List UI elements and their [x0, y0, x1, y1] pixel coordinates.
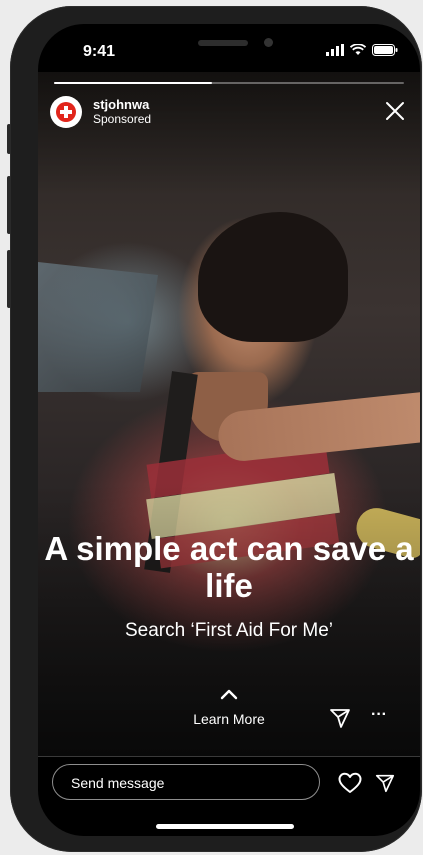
close-icon[interactable] — [384, 100, 406, 122]
story-progress-bar — [54, 82, 404, 84]
account-username[interactable]: stjohnwa — [93, 97, 151, 112]
story-headline: A simple act can save a life — [44, 530, 414, 604]
more-icon[interactable]: ··· — [371, 707, 393, 723]
brand-logo — [56, 102, 76, 122]
chevron-up-icon — [220, 689, 238, 700]
status-icons — [326, 44, 398, 56]
wifi-icon — [350, 44, 366, 55]
phone-frame: 9:41 stjohnwa Sponsored A simple act can… — [7, 6, 422, 852]
send-message-input[interactable]: Send message — [52, 764, 320, 800]
status-bar: 9:41 — [38, 24, 420, 74]
story-subline: Search ‘First Aid For Me’ — [125, 620, 333, 641]
learn-more-button[interactable]: Learn More — [179, 688, 279, 727]
story-progress-fill — [54, 82, 212, 84]
heart-icon[interactable] — [338, 772, 362, 794]
mute-switch — [7, 124, 11, 154]
status-time: 9:41 — [83, 43, 116, 60]
send-icon[interactable] — [374, 772, 396, 794]
battery-icon — [372, 44, 398, 56]
account-info[interactable]: stjohnwa Sponsored — [93, 97, 151, 127]
volume-down-button — [7, 250, 11, 308]
story-media[interactable] — [38, 72, 420, 756]
phone-screen: 9:41 stjohnwa Sponsored A simple act can… — [38, 24, 420, 836]
signal-icon — [326, 44, 344, 56]
volume-up-button — [7, 176, 11, 234]
story-header[interactable]: stjohnwa Sponsored — [50, 94, 151, 130]
learn-more-label[interactable]: Learn More — [179, 711, 279, 727]
avatar[interactable] — [50, 96, 82, 128]
vignette-overlay — [38, 72, 420, 756]
sponsored-label: Sponsored — [93, 112, 152, 126]
divider — [38, 756, 420, 757]
send-icon[interactable] — [328, 706, 352, 730]
home-indicator[interactable] — [156, 824, 294, 829]
